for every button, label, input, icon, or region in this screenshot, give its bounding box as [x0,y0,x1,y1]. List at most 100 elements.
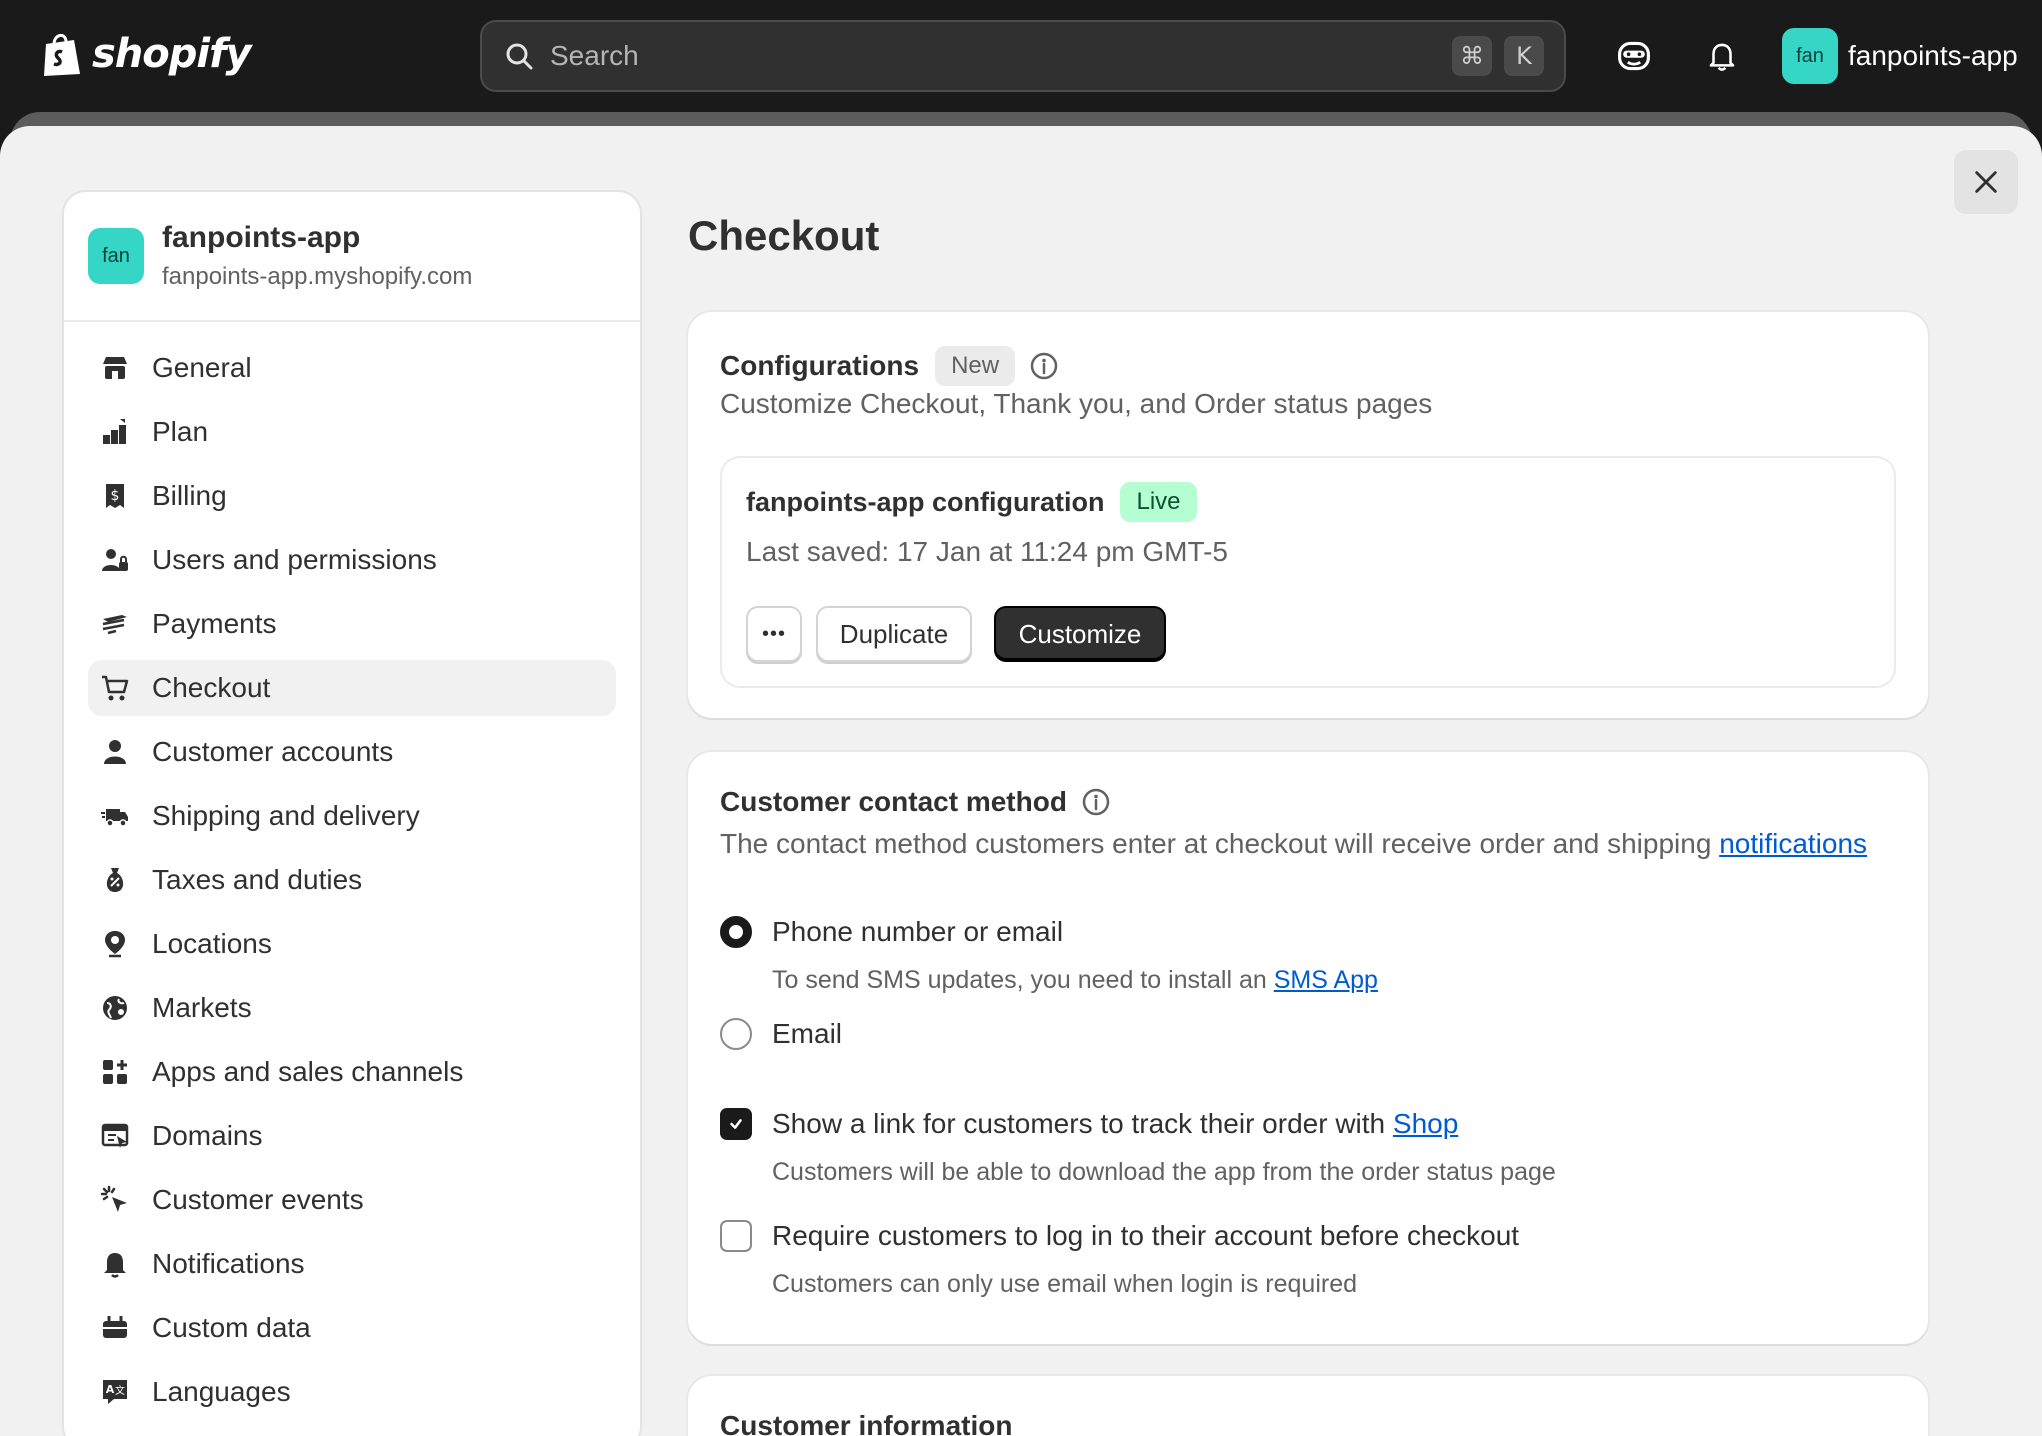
radio-button[interactable] [720,1018,752,1050]
search-icon [506,43,533,70]
sidebar-item-customer-accounts[interactable]: Customer accounts [88,724,616,780]
new-badge: New [935,346,1016,386]
shopify-logo[interactable]: shopify [40,30,252,78]
sidebar-item-label: Taxes and duties [152,864,363,895]
store-avatar: fan [88,228,144,284]
sidebar-item-label: Plan [152,416,209,447]
store-domain: fanpoints-app.myshopify.com [162,263,473,290]
truck-icon [101,809,128,827]
shortcut-k-key: K [1504,36,1544,76]
top-bar: shopify ⌘ K fan fanpoints-app [0,0,2042,112]
sidebar-item-general[interactable]: General [88,340,616,396]
radio-phone-or-email[interactable]: Phone number or email [720,916,1063,948]
sidebar-item-domains[interactable]: Domains [88,1108,616,1164]
users-icon [102,549,128,571]
domains-icon [101,1123,129,1148]
apps-icon [103,1060,127,1084]
notifications-button[interactable] [1698,32,1746,80]
customer-information-card: Customer information [688,1376,1928,1436]
sidebar-item-label: Checkout [152,672,271,703]
svg-text:$: $ [111,488,120,504]
shopify-bag-icon [44,34,80,76]
cart-icon [102,675,129,701]
globe-icon [103,996,127,1020]
person-icon [104,740,126,764]
sidebar-item-customer-events[interactable]: Customer events [88,1172,616,1228]
close-button[interactable] [1954,150,2018,214]
settings-nav: General Plan $ Billing Users and permiss… [64,322,640,1420]
customize-button[interactable]: Customize [994,606,1166,662]
duplicate-button[interactable]: Duplicate [816,606,972,662]
configuration-item: fanpoints-app configuration Live Last sa… [720,456,1896,688]
info-icon[interactable] [1081,787,1111,817]
radio-label: Phone number or email [772,916,1064,947]
sidebar-item-locations[interactable]: Locations [88,916,616,972]
checkbox-checked[interactable] [720,1108,752,1140]
last-saved-text: Last saved: 17 Jan at 11:24 pm GMT-5 [746,536,1228,567]
shortcut-cmd-key: ⌘ [1452,36,1492,76]
sidebar-item-users[interactable]: Users and permissions [88,532,616,588]
sidebar-item-markets[interactable]: Markets [88,980,616,1036]
notifications-link[interactable]: notifications [1719,828,1867,859]
shop-link[interactable]: Shop [1393,1108,1458,1139]
svg-text:文: 文 [115,1384,125,1397]
contact-method-subtitle-text: The contact method customers enter at ch… [720,828,1712,859]
checkmark-icon [730,1119,742,1129]
taxes-icon [106,868,124,892]
checkbox-label: Show a link for customers to track their… [772,1108,1458,1140]
sidebar-item-label: Customer accounts [152,736,394,767]
sidebar-item-notifications[interactable]: Notifications [88,1236,616,1292]
info-icon[interactable] [1029,351,1059,381]
sms-help-text: To send SMS updates, you need to install… [772,966,1378,995]
sidebar-item-billing[interactable]: $ Billing [88,468,616,524]
brand-name: shopify [92,31,252,77]
sidebar-item-taxes[interactable]: Taxes and duties [88,852,616,908]
sidebar-item-label: Shipping and delivery [152,800,420,831]
sidebar-item-plan[interactable]: Plan [88,404,616,460]
search-input[interactable] [550,40,1452,72]
sidebar-item-languages[interactable]: A文 Languages [88,1364,616,1420]
store-icon [103,357,127,379]
store-avatar: fan [1782,28,1838,84]
plan-icon [103,419,126,444]
sidebar-item-apps[interactable]: Apps and sales channels [88,1044,616,1100]
sidebar-item-shipping[interactable]: Shipping and delivery [88,788,616,844]
track-order-label: Show a link for customers to track their… [772,1108,1386,1139]
more-actions-button[interactable]: ••• [746,606,802,662]
sidebar-item-label: Customer events [152,1184,364,1215]
location-icon [105,931,125,958]
checkbox-label: Require customers to log in to their acc… [772,1220,1520,1251]
page-title: Checkout [688,212,880,259]
sidebar-item-payments[interactable]: Payments [88,596,616,652]
checkbox-require-login[interactable]: Require customers to log in to their acc… [720,1220,1519,1252]
search-bar[interactable]: ⌘ K [480,20,1566,92]
sidebar-item-checkout[interactable]: Checkout [88,660,616,716]
store-header[interactable]: fan fanpoints-app fanpoints-app.myshopif… [64,192,640,322]
live-badge: Live [1120,482,1197,522]
contact-method-title: Customer contact method [720,786,1067,817]
payments-icon [102,615,127,635]
store-menu-button[interactable]: fan fanpoints-app [1782,28,2018,84]
settings-sidebar: fan fanpoints-app fanpoints-app.myshopif… [62,190,642,1436]
sidebar-item-label: Payments [152,608,277,639]
configurations-title: Configurations [720,350,920,381]
radio-button-selected[interactable] [720,916,752,948]
configurations-card: Configurations New Customize Checkout, T… [688,312,1928,718]
sidebar-item-label: Domains [152,1120,263,1151]
checkbox[interactable] [720,1220,752,1252]
sidebar-item-label: General [152,352,252,383]
bell-icon [104,1253,126,1278]
close-icon [1975,171,1997,193]
store-menu-label: fanpoints-app [1848,40,2018,71]
track-order-help: Customers will be able to download the a… [772,1158,1556,1186]
billing-icon: $ [106,484,124,508]
sidebar-item-label: Users and permissions [152,544,437,575]
radio-email[interactable]: Email [720,1018,842,1050]
radio-label: Email [772,1018,843,1049]
sidekick-button[interactable] [1610,32,1658,80]
sidekick-icon [1618,41,1650,71]
sidebar-item-custom-data[interactable]: Custom data [88,1300,616,1356]
sms-app-link[interactable]: SMS App [1274,966,1378,994]
checkbox-track-order[interactable]: Show a link for customers to track their… [720,1108,1458,1140]
sidebar-item-label: Billing [152,480,227,511]
